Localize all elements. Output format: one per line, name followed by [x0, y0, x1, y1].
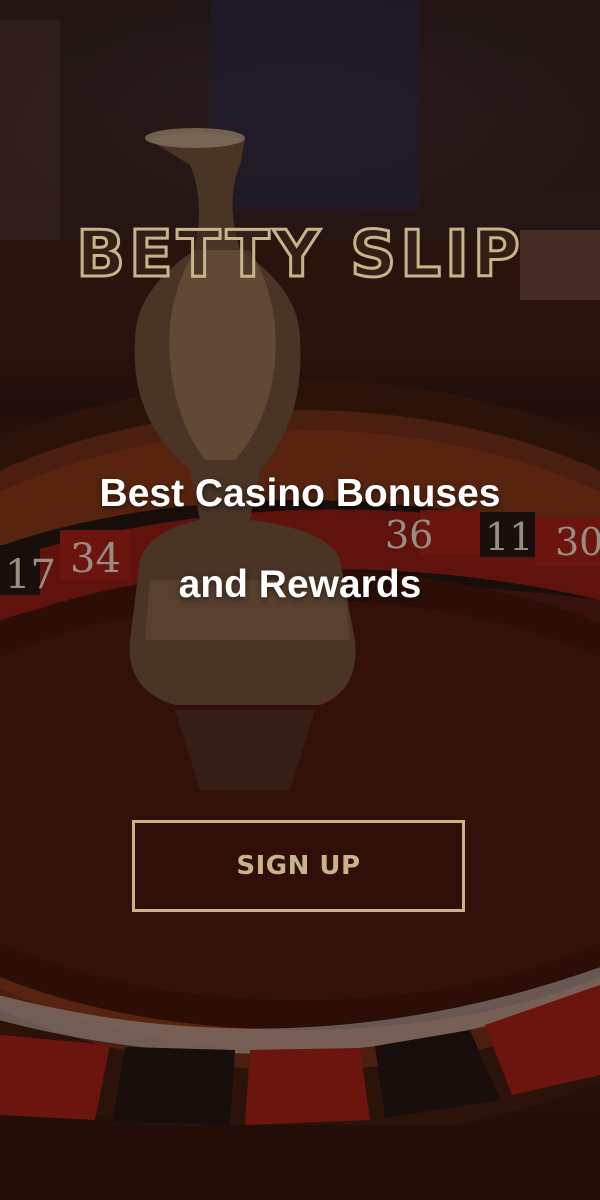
hero-headline-line2: and Rewards: [178, 563, 422, 606]
sign-up-button-label: SIGN UP: [236, 851, 361, 881]
brand-logo: BETTY SLIP: [75, 217, 524, 294]
hero-headline-line1: Best Casino Bonuses: [99, 472, 501, 515]
app-screen: 17 34 36 11 30 BETTY SLIP BETTY SLIP Bes…: [0, 0, 600, 1200]
sign-up-button[interactable]: SIGN UP: [132, 820, 465, 912]
